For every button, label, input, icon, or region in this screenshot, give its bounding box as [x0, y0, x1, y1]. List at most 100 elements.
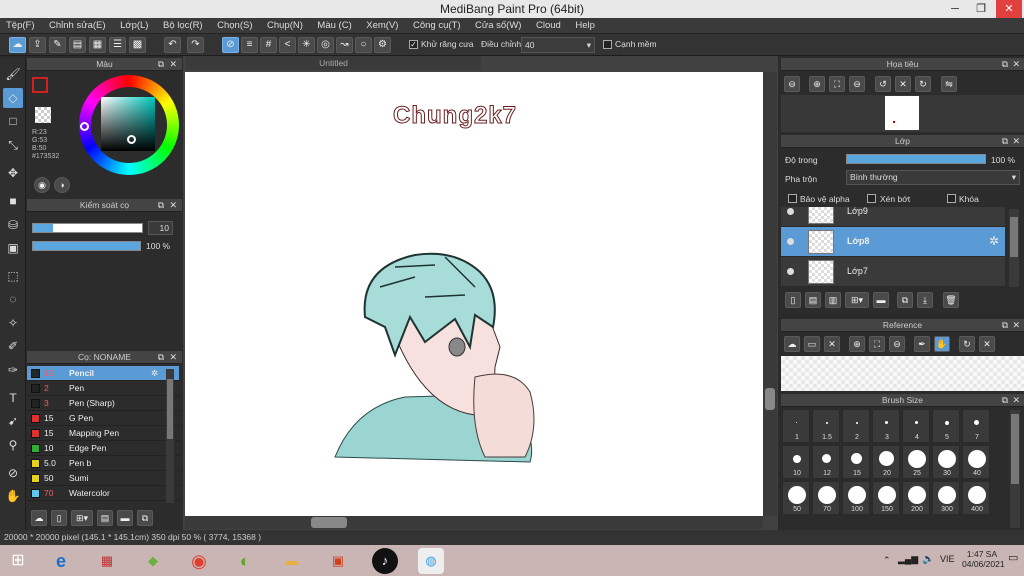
brush-size-20[interactable]: 20 [872, 445, 900, 479]
brush-item-sumi[interactable]: 50 Sumi [27, 471, 179, 486]
snap-perspective-icon[interactable]: < [279, 37, 296, 53]
snap-curve-icon[interactable]: ↝ [336, 37, 353, 53]
brush-size-150[interactable]: 150 [872, 481, 900, 515]
lasso-tool-icon[interactable]: ◌ [3, 289, 23, 309]
dropper-tool-icon[interactable]: ⚲ [3, 435, 23, 455]
brush-item-mapping-pen[interactable]: 15 Mapping Pen [27, 426, 179, 441]
palette-icon[interactable]: ◉ [34, 177, 50, 193]
brush-item-g-pen[interactable]: 15 G Pen [27, 411, 179, 426]
close-icon[interactable]: ✕ [169, 58, 177, 71]
brush-item-edge-pen[interactable]: 10 Edge Pen [27, 441, 179, 456]
snap-settings-icon[interactable]: ⚙ [374, 37, 391, 53]
gradient-tool-icon[interactable]: ▣ [3, 238, 23, 258]
clock[interactable]: 1:47 SA 04/06/2021 [962, 549, 1005, 569]
share-icon[interactable]: ⇪ [29, 37, 46, 53]
comment-icon[interactable]: ✎ [49, 37, 66, 53]
tray-chevron-icon[interactable]: ⌃ [883, 555, 891, 566]
menu-snap[interactable]: Chụp(N) [261, 18, 309, 34]
tiktok-icon[interactable]: ♪ [372, 548, 398, 574]
popout-icon[interactable]: ⧉ [1002, 135, 1008, 148]
brush-size-scrollbar[interactable] [1010, 410, 1020, 528]
layer-row-8[interactable]: Lớp8 ✲ [781, 227, 1005, 257]
menu-view[interactable]: Xem(V) [360, 18, 404, 34]
menu-filter[interactable]: Bộ lọc(R) [157, 18, 209, 34]
popout-icon[interactable]: ⧉ [1002, 394, 1008, 407]
open-folder-icon[interactable]: ▭ [804, 336, 820, 352]
popout-icon[interactable]: ⧉ [158, 351, 164, 364]
cloud-icon[interactable]: ☁ [9, 37, 26, 53]
maximize-button[interactable]: ❐ [968, 0, 994, 18]
new-layer-icon[interactable]: ▯ [785, 292, 801, 308]
brush-size-slider[interactable] [32, 223, 143, 233]
close-icon[interactable]: ✕ [169, 351, 177, 364]
eye-icon[interactable] [787, 208, 794, 215]
layer-row-9[interactable]: Lớp9 [781, 207, 1005, 227]
medibang-taskbar-icon[interactable]: ◍ [418, 548, 444, 574]
brush-size-100[interactable]: 100 [842, 481, 870, 515]
menu-layer[interactable]: Lớp(L) [114, 18, 154, 34]
layer-row-7[interactable]: Lớp7 [781, 257, 1005, 287]
eraser-tool-icon[interactable]: ◇ [3, 88, 23, 108]
store-icon[interactable]: ▦ [94, 548, 120, 574]
brush-item-pencil[interactable]: 15 Pencil ✲ [27, 366, 179, 381]
folder-icon[interactable]: ▬ [873, 292, 889, 308]
clipping-checkbox[interactable] [867, 194, 876, 203]
close-icon[interactable]: ✕ [1012, 135, 1020, 148]
brush-size-200[interactable]: 200 [902, 481, 930, 515]
new-halftone-layer-icon[interactable]: ▤ [805, 292, 821, 308]
drawing-canvas[interactable]: Chung2k7 [185, 72, 763, 516]
operation-tool-icon[interactable]: ➹ [3, 411, 23, 431]
menu-color[interactable]: Màu (C) [311, 18, 357, 34]
fit-icon[interactable]: ⛶ [869, 336, 885, 352]
menu-tools[interactable]: Công cụ(T) [407, 18, 467, 34]
reset-icon[interactable]: ✕ [979, 336, 995, 352]
add-brush-icon[interactable]: ⊞▾ [71, 510, 93, 526]
reset-view-icon[interactable]: ✕ [895, 76, 911, 92]
snap-off-icon[interactable]: ⊘ [222, 37, 239, 53]
close-icon[interactable]: ✕ [1012, 319, 1020, 332]
brush-size-7[interactable]: 7 [962, 409, 990, 443]
menu-cloud[interactable]: Cloud [530, 18, 567, 34]
network-icon[interactable]: ▂▄▆ [898, 554, 918, 565]
new-brush-icon[interactable]: ▯ [51, 510, 67, 526]
brush-item-watercolor[interactable]: 70 Watercolor [27, 486, 179, 501]
brush-size-400[interactable]: 400 [962, 481, 990, 515]
brush-size-1-5[interactable]: 1.5 [812, 409, 840, 443]
adjust-input[interactable]: 40 ▾ [521, 37, 595, 53]
select-eraser-icon[interactable]: ✑ [3, 360, 23, 380]
volume-icon[interactable]: 🔈 [922, 554, 934, 565]
bucket-tool-icon[interactable]: ⛁ [3, 215, 23, 235]
brush-size-1[interactable]: 1 [782, 409, 810, 443]
new-1bit-layer-icon[interactable]: ▥ [825, 292, 841, 308]
brush-list-scrollbar[interactable] [166, 369, 174, 503]
windows-start-icon[interactable]: ⊞ [5, 548, 31, 574]
file-explorer-icon[interactable]: ▬ [279, 548, 305, 574]
close-icon[interactable]: ✕ [1012, 394, 1020, 407]
gear-icon[interactable]: ✲ [151, 366, 158, 380]
coccoc-icon[interactable]: ◐ [232, 548, 258, 574]
brush-size-25[interactable]: 25 [902, 445, 930, 479]
rotate-left-icon[interactable]: ↺ [875, 76, 891, 92]
brush-size-50[interactable]: 50 [782, 481, 810, 515]
hue-handle[interactable] [80, 122, 89, 131]
menu-select[interactable]: Chọn(S) [211, 18, 258, 34]
bluestacks-icon[interactable]: ◆ [140, 548, 166, 574]
flip-icon[interactable]: ⇋ [941, 76, 957, 92]
redo-icon[interactable]: ↷ [187, 37, 204, 53]
fill-shape-icon[interactable]: ■ [3, 191, 23, 211]
eye-icon[interactable] [787, 238, 794, 245]
eyedropper-icon[interactable]: ⊘ [3, 463, 23, 483]
rectangle-tool-icon[interactable]: □ [3, 111, 23, 131]
undo-icon[interactable]: ↶ [164, 37, 181, 53]
dotted-brush-icon[interactable]: ⤡ [3, 135, 23, 155]
zoom-out-icon[interactable]: ⊖ [889, 336, 905, 352]
hue-ring[interactable] [79, 75, 179, 175]
brush-opacity-slider[interactable] [32, 241, 141, 251]
color-picker-handle[interactable] [127, 135, 136, 144]
document-tab[interactable]: Untitled [186, 56, 481, 70]
snap-radial-icon[interactable]: ✳ [298, 37, 315, 53]
brush-size-40[interactable]: 40 [962, 445, 990, 479]
merge-layer-icon[interactable]: ⤓ [917, 292, 933, 308]
minimize-button[interactable]: ─ [942, 0, 968, 18]
cloud-icon[interactable]: ☁ [784, 336, 800, 352]
